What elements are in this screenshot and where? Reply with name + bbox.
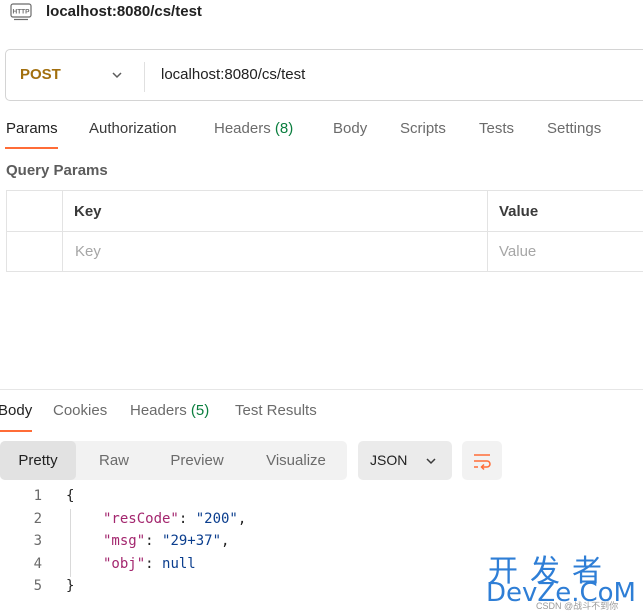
watermark: 开发者 DevZe.CoM CSDN @战斗不到你 bbox=[484, 546, 639, 611]
url-input[interactable]: localhost:8080/cs/test bbox=[161, 66, 305, 83]
request-tabs: Params Authorization Headers (8) Body Sc… bbox=[0, 120, 643, 150]
watermark-credit: CSDN @战斗不到你 bbox=[536, 601, 619, 611]
method-select[interactable]: POST bbox=[20, 66, 61, 83]
tab-params[interactable]: Params bbox=[6, 120, 58, 137]
line-number: 3 bbox=[33, 533, 42, 549]
view-raw-button[interactable]: Raw bbox=[80, 441, 148, 480]
view-mode-group: Pretty Raw Preview Visualize bbox=[0, 441, 347, 480]
table-row: Key Value bbox=[7, 232, 643, 273]
json-value: "29+37" bbox=[162, 533, 222, 549]
view-visualize-button[interactable]: Visualize bbox=[252, 441, 340, 480]
wrap-lines-icon bbox=[474, 454, 491, 471]
code-text: "obj": null bbox=[103, 556, 196, 572]
code-line: 2 "resCode": "200", bbox=[0, 511, 643, 533]
tab-cookies[interactable]: Cookies bbox=[53, 402, 107, 419]
http-icon: HTTP bbox=[10, 3, 32, 21]
tab-headers-label: Headers bbox=[214, 120, 271, 137]
tab-response-headers[interactable]: Headers (5) bbox=[130, 402, 209, 419]
url-divider bbox=[144, 62, 145, 92]
json-key: "obj" bbox=[103, 556, 146, 572]
line-number: 1 bbox=[33, 488, 42, 504]
column-header-key: Key bbox=[74, 203, 102, 220]
tab-response-body[interactable]: Body bbox=[0, 402, 32, 419]
code-text: } bbox=[66, 578, 75, 594]
json-comma: , bbox=[221, 533, 230, 549]
line-number: 2 bbox=[33, 511, 42, 527]
param-value-input[interactable]: Value bbox=[499, 243, 536, 260]
code-text: "msg": "29+37", bbox=[103, 533, 230, 549]
tab-response-headers-count: (5) bbox=[190, 402, 210, 419]
tab-authorization[interactable]: Authorization bbox=[89, 120, 177, 137]
format-select-label: JSON bbox=[370, 452, 408, 468]
active-tab-indicator bbox=[0, 430, 32, 432]
response-tabs: Body Cookies Headers (5) Test Results bbox=[0, 402, 643, 432]
svg-text:HTTP: HTTP bbox=[13, 9, 31, 16]
tab-body[interactable]: Body bbox=[333, 120, 367, 137]
line-number: 5 bbox=[33, 578, 42, 594]
line-number: 4 bbox=[33, 556, 42, 572]
table-header-row: Key Value bbox=[7, 191, 643, 232]
column-header-value: Value bbox=[499, 203, 539, 220]
view-preview-button[interactable]: Preview bbox=[156, 441, 238, 480]
url-bar: POST localhost:8080/cs/test bbox=[5, 49, 643, 101]
tab-headers[interactable]: Headers (8) bbox=[214, 120, 293, 137]
tab-test-results[interactable]: Test Results bbox=[235, 402, 317, 419]
response-divider[interactable] bbox=[0, 389, 643, 390]
chevron-down-icon[interactable] bbox=[110, 68, 124, 82]
json-key: "msg" bbox=[103, 533, 146, 549]
format-select[interactable]: JSON bbox=[358, 441, 452, 480]
column-divider bbox=[62, 191, 63, 271]
tab-tests[interactable]: Tests bbox=[479, 120, 514, 137]
code-text: "resCode": "200", bbox=[103, 511, 247, 527]
json-value: null bbox=[162, 556, 196, 572]
tab-settings[interactable]: Settings bbox=[547, 120, 601, 137]
code-line: 1 { bbox=[0, 488, 643, 510]
tab-scripts[interactable]: Scripts bbox=[400, 120, 446, 137]
view-pretty-button[interactable]: Pretty bbox=[0, 441, 76, 480]
json-comma: , bbox=[237, 511, 247, 527]
wrap-lines-button[interactable] bbox=[462, 441, 502, 480]
request-title[interactable]: localhost:8080/cs/test bbox=[46, 3, 202, 20]
tab-response-headers-label: Headers bbox=[130, 402, 187, 419]
json-key: "resCode" bbox=[103, 511, 179, 527]
code-text: { bbox=[66, 488, 75, 504]
param-key-input[interactable]: Key bbox=[75, 243, 101, 260]
active-tab-indicator bbox=[5, 147, 58, 149]
column-divider bbox=[487, 191, 488, 271]
json-value: "200" bbox=[195, 511, 238, 527]
chevron-down-icon bbox=[426, 458, 436, 465]
tab-headers-count: (8) bbox=[274, 120, 294, 137]
query-params-title: Query Params bbox=[6, 162, 108, 179]
query-params-table: Key Value Key Value bbox=[6, 190, 643, 272]
request-header: HTTP localhost:8080/cs/test bbox=[0, 0, 643, 28]
